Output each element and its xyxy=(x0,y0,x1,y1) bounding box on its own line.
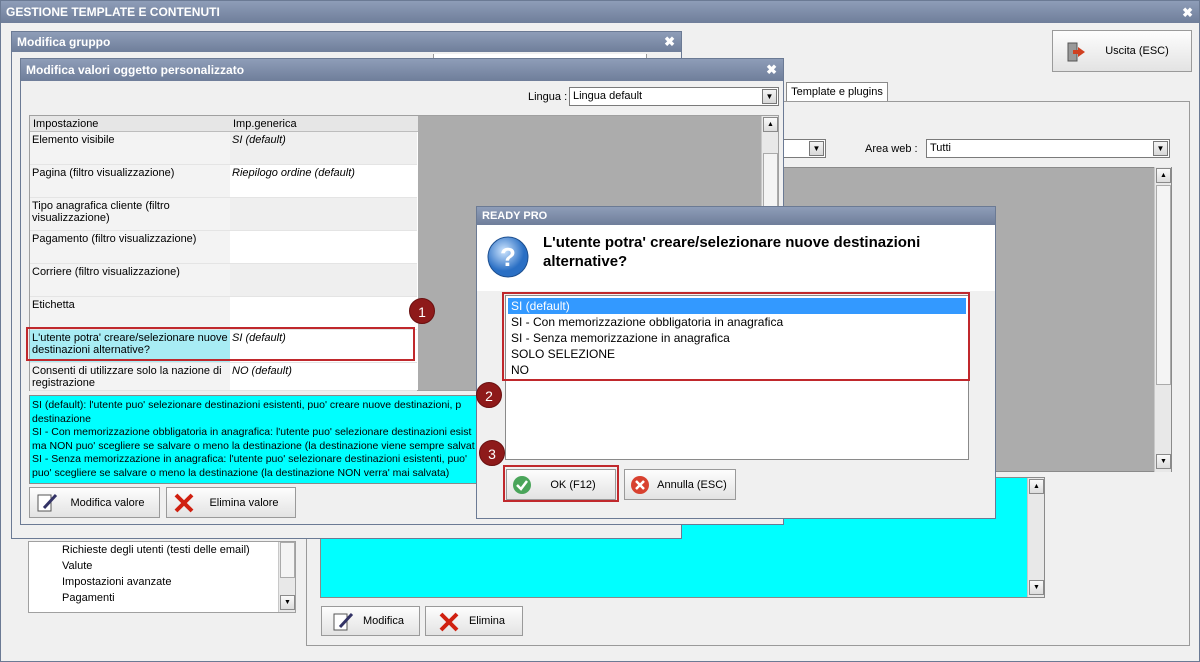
scroll-thumb[interactable] xyxy=(763,153,778,213)
dialog-title: READY PRO xyxy=(482,210,548,222)
dialog-titlebar: READY PRO xyxy=(477,207,995,225)
modify-value-button[interactable]: Modifica valore xyxy=(29,487,160,518)
tree-item[interactable]: Pagamenti xyxy=(62,592,115,604)
question-icon: ? xyxy=(486,235,530,282)
close-icon[interactable]: ✖ xyxy=(664,32,675,52)
row-value: NO (default) xyxy=(232,365,292,377)
custom-titlebar: Modifica valori oggetto personalizzato ✖ xyxy=(21,59,783,81)
area-web-label: Area web : xyxy=(865,143,918,155)
preview-scrollbar[interactable]: ▲ ▼ xyxy=(1154,167,1171,472)
custom-title: Modifica valori oggetto personalizzato xyxy=(26,63,245,77)
delete-value-button[interactable]: Elimina valore xyxy=(166,487,296,518)
annotation-box-3 xyxy=(503,465,619,502)
row-setting: Etichetta xyxy=(32,299,75,311)
filter-combo-left[interactable]: ▼ xyxy=(781,139,826,158)
main-titlebar: GESTIONE TEMPLATE E CONTENUTI ✖ xyxy=(1,1,1199,23)
table-row[interactable]: Elemento visibile SI (default) xyxy=(30,132,417,165)
tree-item[interactable]: Richieste degli utenti (testi delle emai… xyxy=(62,544,250,556)
table-row[interactable]: Etichetta xyxy=(30,297,417,330)
modify-button[interactable]: Modifica xyxy=(321,606,420,636)
group-titlebar: Modifica gruppo ✖ xyxy=(12,32,681,52)
tree-panel: Richieste degli utenti (testi delle emai… xyxy=(28,541,296,613)
dialog-question: L'utente potra' creare/selezionare nuove… xyxy=(543,234,921,270)
column-header-setting: Impostazione xyxy=(33,118,99,130)
row-setting: Elemento visibile xyxy=(32,134,115,146)
annotation-badge-1: 1 xyxy=(409,298,435,324)
content-scrollbar[interactable]: ▲ ▼ xyxy=(1027,478,1044,597)
area-web-value: Tutti xyxy=(930,142,951,154)
tab-template-plugins[interactable]: Template e plugins xyxy=(786,82,888,102)
row-value: Riepilogo ordine (default) xyxy=(232,167,355,179)
dialog-header: ? L'utente potra' creare/selezionare nuo… xyxy=(477,225,995,291)
cancel-icon xyxy=(630,475,650,498)
description-line: ma NON puo' scegliere se salvare o meno … xyxy=(32,439,475,452)
annotation-box-1 xyxy=(26,327,415,361)
scroll-down-icon[interactable]: ▼ xyxy=(1156,454,1171,469)
annotation-badge-2: 2 xyxy=(476,382,502,408)
row-value: SI (default) xyxy=(232,134,286,146)
scroll-up-icon[interactable]: ▲ xyxy=(763,117,778,132)
edit-icon xyxy=(36,492,58,517)
table-row[interactable]: Pagamento (filtro visualizzazione) xyxy=(30,231,417,264)
scroll-down-icon[interactable]: ▼ xyxy=(280,595,295,610)
description-line: puo' scegliere se salvare o meno la dest… xyxy=(32,466,450,479)
description-line: SI - Con memorizzazione obbligatoria in … xyxy=(32,426,472,438)
scroll-up-icon[interactable]: ▲ xyxy=(1156,168,1171,183)
chevron-down-icon: ▼ xyxy=(762,89,777,104)
row-setting: Consenti di utilizzare solo la nazione d… xyxy=(32,365,222,389)
table-row[interactable]: Tipo anagrafica cliente (filtro visualiz… xyxy=(30,198,417,231)
chevron-down-icon: ▼ xyxy=(809,141,824,156)
chevron-down-icon: ▼ xyxy=(1153,141,1168,156)
exit-icon xyxy=(1065,41,1087,66)
close-icon[interactable]: ✖ xyxy=(766,59,777,81)
delete-x-icon xyxy=(173,492,195,517)
table-row[interactable]: Pagina (filtro visualizzazione) Riepilogo… xyxy=(30,165,417,198)
language-select[interactable]: Lingua default ▼ xyxy=(569,87,779,106)
delete-button[interactable]: Elimina xyxy=(425,606,523,636)
description-line: destinazione xyxy=(32,412,91,425)
scroll-up-icon[interactable]: ▲ xyxy=(1029,479,1044,494)
row-setting: Pagamento (filtro visualizzazione) xyxy=(32,233,197,245)
scroll-thumb[interactable] xyxy=(280,542,295,578)
column-header-generic: Imp.generica xyxy=(233,118,297,130)
group-title: Modifica gruppo xyxy=(17,35,111,49)
description-line: SI - Senza memorizzazione in anagrafica:… xyxy=(32,453,468,465)
svg-text:?: ? xyxy=(500,242,516,272)
delete-x-icon xyxy=(438,611,460,636)
exit-button[interactable]: Uscita (ESC) xyxy=(1052,30,1192,72)
description-box: SI (default): l'utente puo' selezionare … xyxy=(29,395,529,484)
edit-icon xyxy=(332,611,354,636)
row-setting: Pagina (filtro visualizzazione) xyxy=(32,167,175,179)
table-row[interactable]: Consenti di utilizzare solo la nazione d… xyxy=(30,363,417,391)
grid-header: Impostazione Imp.generica xyxy=(30,116,418,132)
tree-item[interactable]: Valute xyxy=(62,560,92,572)
tree-item[interactable]: Impostazioni avanzate xyxy=(62,576,171,588)
scroll-thumb[interactable] xyxy=(1156,185,1171,385)
main-title: GESTIONE TEMPLATE E CONTENUTI xyxy=(6,5,220,19)
row-setting: Tipo anagrafica cliente (filtro visualiz… xyxy=(32,200,170,224)
tab-label: Template e plugins xyxy=(791,86,883,98)
annotation-box-2 xyxy=(502,292,970,381)
row-setting: Corriere (filtro visualizzazione) xyxy=(32,266,180,278)
cancel-button[interactable]: Annulla (ESC) xyxy=(624,469,736,500)
tree-scrollbar[interactable]: ▼ xyxy=(278,542,295,612)
language-value: Lingua default xyxy=(573,90,643,102)
close-icon[interactable]: ✖ xyxy=(1182,2,1193,24)
area-web-select[interactable]: Tutti ▼ xyxy=(926,139,1170,158)
language-label: Lingua : xyxy=(528,91,568,103)
scroll-down-icon[interactable]: ▼ xyxy=(1029,580,1044,595)
annotation-badge-3: 3 xyxy=(479,440,505,466)
table-row[interactable]: Corriere (filtro visualizzazione) xyxy=(30,264,417,297)
description-line: SI (default): l'utente puo' selezionare … xyxy=(32,399,462,411)
